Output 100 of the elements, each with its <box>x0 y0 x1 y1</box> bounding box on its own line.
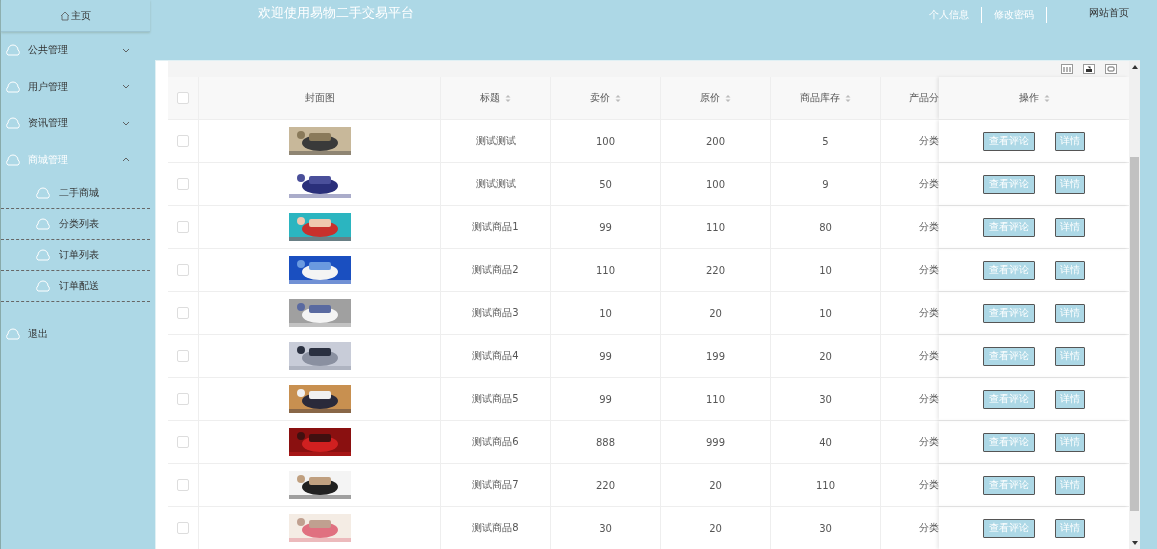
column-header: 封面图 <box>199 77 441 119</box>
table-cell: 5 <box>771 120 881 162</box>
table-cell-text: 分类 <box>918 220 939 234</box>
table-cell: 测试测试 <box>441 163 551 205</box>
select-all-checkbox[interactable] <box>177 92 189 104</box>
home-icon <box>60 10 70 21</box>
cloud-icon <box>5 327 21 342</box>
scroll-up-icon[interactable] <box>1131 65 1138 69</box>
column-header[interactable]: 原价 <box>661 77 771 119</box>
view-comments-button[interactable]: 查看评论 <box>983 131 1035 151</box>
details-button[interactable]: 详情 <box>1055 217 1085 237</box>
table-cell-text: 分类 <box>918 392 939 406</box>
row-checkbox[interactable] <box>177 479 189 491</box>
view-comments-button[interactable]: 查看评论 <box>983 389 1035 409</box>
logout-link[interactable]: 退出 <box>1 316 150 353</box>
table-cell: 20 <box>661 464 771 506</box>
table-cell-text: 分类 <box>918 435 939 449</box>
table-cell: 测试测试 <box>441 120 551 162</box>
table-cell: 20 <box>661 507 771 549</box>
menu-item[interactable]: 资讯管理 <box>1 105 150 142</box>
scrollbar[interactable] <box>1129 61 1140 549</box>
table-cell: 9 <box>771 163 881 205</box>
column-header[interactable]: 商品库存 <box>771 77 881 119</box>
scrollbar-thumb[interactable] <box>1130 157 1139 511</box>
table-cell: 110 <box>661 378 771 420</box>
table-cell: 199 <box>661 335 771 377</box>
row-checkbox[interactable] <box>177 436 189 448</box>
header-link[interactable]: 个人信息 <box>917 8 981 22</box>
view-comments-button[interactable]: 查看评论 <box>983 432 1035 452</box>
row-checkbox[interactable] <box>177 522 189 534</box>
details-button[interactable]: 详情 <box>1055 174 1085 194</box>
table-cell: 20 <box>771 335 881 377</box>
view-comments-button[interactable]: 查看评论 <box>983 260 1035 280</box>
table-cell-text: 分类 <box>918 263 939 277</box>
cloud-icon <box>5 43 21 58</box>
row-checkbox[interactable] <box>177 307 189 319</box>
table-cell: 10 <box>551 292 661 334</box>
submenu-item[interactable]: 分类列表 <box>1 209 150 240</box>
table-cell: 110 <box>551 249 661 291</box>
columns-icon[interactable] <box>1061 64 1073 74</box>
table-cell: 110 <box>661 206 771 248</box>
cloud-icon <box>35 248 51 262</box>
column-header[interactable]: 卖价 <box>551 77 661 119</box>
details-button[interactable]: 详情 <box>1055 432 1085 452</box>
view-comments-button[interactable]: 查看评论 <box>983 475 1035 495</box>
table-cell: 999 <box>661 421 771 463</box>
sort-icon <box>725 93 731 103</box>
details-button[interactable]: 详情 <box>1055 346 1085 366</box>
table-cell: 测试商品1 <box>441 206 551 248</box>
sort-icon <box>505 93 511 103</box>
table-cell: 220 <box>551 464 661 506</box>
menu-item[interactable]: 用户管理 <box>1 68 150 105</box>
export-icon[interactable] <box>1083 64 1095 74</box>
table-cell-text: 分类 <box>918 521 939 535</box>
print-icon[interactable] <box>1105 64 1117 74</box>
details-button[interactable]: 详情 <box>1055 389 1085 409</box>
row-checkbox[interactable] <box>177 393 189 405</box>
row-checkbox[interactable] <box>177 221 189 233</box>
details-button[interactable]: 详情 <box>1055 475 1085 495</box>
table-cell-text: 分类 <box>918 177 939 191</box>
row-checkbox[interactable] <box>177 350 189 362</box>
site-home-link[interactable]: 网站首页 <box>1089 6 1129 20</box>
table-cell: 10 <box>771 249 881 291</box>
header-link[interactable]: 修改密码 <box>982 8 1046 22</box>
view-comments-button[interactable]: 查看评论 <box>983 303 1035 323</box>
submenu-item[interactable]: 订单列表 <box>1 240 150 271</box>
home-link[interactable]: 主页 <box>1 0 150 32</box>
scroll-down-icon[interactable] <box>1131 541 1138 545</box>
table-cell: 99 <box>551 335 661 377</box>
view-comments-button[interactable]: 查看评论 <box>983 217 1035 237</box>
chevron-icon <box>122 157 130 163</box>
row-checkbox[interactable] <box>177 135 189 147</box>
column-header[interactable]: 操作 <box>939 77 1129 119</box>
table-cell-text: 分类 <box>918 349 939 363</box>
view-comments-button[interactable]: 查看评论 <box>983 174 1035 194</box>
details-button[interactable]: 详情 <box>1055 131 1085 151</box>
table-cell: 888 <box>551 421 661 463</box>
row-checkbox[interactable] <box>177 264 189 276</box>
menu-item[interactable]: 商城管理 <box>1 141 150 178</box>
row-checkbox[interactable] <box>177 178 189 190</box>
submenu-item[interactable]: 订单配送 <box>1 271 150 302</box>
table-cell: 80 <box>771 206 881 248</box>
table-cell: 220 <box>661 249 771 291</box>
cloud-icon <box>35 279 51 293</box>
column-header[interactable]: 标题 <box>441 77 551 119</box>
table-cell: 110 <box>771 464 881 506</box>
details-button[interactable]: 详情 <box>1055 518 1085 538</box>
details-button[interactable]: 详情 <box>1055 303 1085 323</box>
cloud-icon <box>35 217 51 231</box>
table-cell: 测试商品7 <box>441 464 551 506</box>
table-cell: 测试商品2 <box>441 249 551 291</box>
chevron-icon <box>122 84 130 90</box>
submenu-item[interactable]: 二手商城 <box>1 178 150 209</box>
details-button[interactable]: 详情 <box>1055 260 1085 280</box>
table-cell: 200 <box>661 120 771 162</box>
menu-item[interactable]: 公共管理 <box>1 32 150 69</box>
view-comments-button[interactable]: 查看评论 <box>983 518 1035 538</box>
cloud-icon <box>5 116 21 131</box>
table-cell: 40 <box>771 421 881 463</box>
view-comments-button[interactable]: 查看评论 <box>983 346 1035 366</box>
